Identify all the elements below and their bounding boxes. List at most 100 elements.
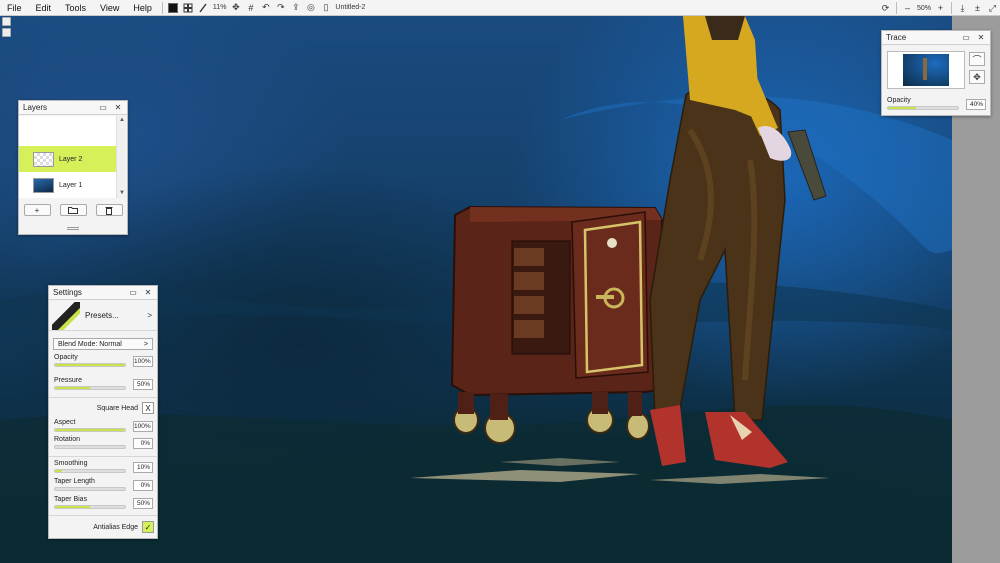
layers-panel-header[interactable]: Layers ▭ ✕ (19, 101, 127, 115)
slider-fill (55, 506, 90, 508)
mini-toggle-button[interactable] (2, 17, 11, 26)
smoothing-slider[interactable] (54, 469, 126, 473)
chevron-right-icon: > (147, 311, 152, 320)
canvas-mini-controls (2, 17, 11, 41)
layer-name: Layer 2 (59, 155, 83, 163)
aspect-slider[interactable] (54, 428, 126, 432)
reference-icon[interactable]: ◎ (304, 1, 317, 14)
aspect-value-field[interactable]: 100% (133, 421, 153, 432)
fit-view-icon[interactable]: ± (971, 2, 984, 15)
zoom-in-button[interactable]: + (934, 2, 947, 15)
trace-opacity-slider[interactable] (887, 106, 959, 110)
opacity-value-field[interactable]: 100% (133, 356, 153, 367)
close-icon[interactable]: ✕ (143, 288, 153, 298)
settings-panel-title: Settings (53, 288, 82, 297)
settings-panel-header[interactable]: Settings ▭ ✕ (49, 286, 157, 300)
trace-opacity-row: Opacity 40% (886, 97, 988, 113)
zoom-level: 50% (916, 4, 931, 12)
document-icon: ▯ (323, 2, 329, 12)
rotation-slider-row: Rotation 0% (53, 436, 155, 452)
close-icon[interactable]: ✕ (976, 33, 986, 43)
grid-guide-icon[interactable]: # (244, 1, 257, 14)
download-icon[interactable]: ⤓ (956, 2, 969, 15)
rotate-view-icon[interactable]: ⟳ (879, 2, 892, 15)
menu-view[interactable]: View (93, 0, 126, 16)
scroll-up-icon[interactable]: ▲ (117, 116, 127, 125)
taper-bias-label: Taper Bias (54, 496, 88, 503)
trace-opacity-label: Opacity (887, 97, 911, 104)
taper-length-value-field[interactable]: 0% (133, 480, 153, 491)
trash-icon[interactable] (95, 204, 123, 216)
pressure-value-field[interactable]: 50% (133, 379, 153, 390)
trace-panel-title: Trace (886, 33, 907, 42)
taper-bias-value-field[interactable]: 50% (133, 498, 153, 509)
pressure-label: Pressure (54, 377, 83, 384)
document-title: Untitled-2 (335, 4, 366, 11)
zoom-out-button[interactable]: – (901, 2, 914, 15)
panel-dock-icon[interactable]: ▭ (128, 288, 138, 298)
layer-thumbnail (33, 177, 54, 193)
taper-length-slider-row: Taper Length 0% (53, 478, 155, 494)
brush-size-readout: 11% (212, 4, 227, 11)
chevron-right-icon: > (143, 340, 148, 348)
menu-file[interactable]: File (0, 0, 29, 16)
section-divider (49, 456, 157, 457)
square-head-label: Square Head (96, 404, 138, 412)
antialias-label: Antialias Edge (93, 523, 138, 531)
menu-help[interactable]: Help (126, 0, 159, 16)
undo-icon[interactable]: ↶ (259, 1, 272, 14)
layers-scrollbar[interactable]: ▲ ▼ (116, 116, 126, 198)
layer-name: Layer 1 (59, 181, 83, 189)
trace-panel-header[interactable]: Trace ▭ ✕ (882, 31, 990, 45)
folder-icon[interactable] (59, 204, 87, 216)
grid-tool-icon[interactable] (182, 1, 195, 14)
rotation-value-field[interactable]: 0% (133, 438, 153, 449)
smoothing-slider-row: Smoothing 10% (53, 460, 155, 476)
smoothing-value-field[interactable]: 10% (133, 462, 153, 473)
taper-length-label: Taper Length (54, 478, 95, 485)
panel-dock-icon[interactable]: ▭ (961, 33, 971, 43)
square-head-checkbox[interactable]: X (142, 402, 154, 414)
smoothing-label: Smoothing (54, 460, 88, 467)
taper-length-slider[interactable] (54, 487, 126, 491)
slider-fill (55, 364, 125, 366)
trace-image-preview[interactable] (887, 51, 965, 89)
menu-tools[interactable]: Tools (58, 0, 93, 16)
mini-lock-button[interactable] (2, 28, 11, 37)
presets-button[interactable]: Presets... > (49, 301, 157, 331)
color-swatch-icon[interactable] (167, 1, 180, 14)
trace-opacity-value-field[interactable]: 40% (966, 99, 986, 110)
panel-dock-icon[interactable]: ▭ (98, 103, 108, 113)
slider-fill (55, 387, 90, 389)
layers-list: Layer 2 Layer 1 (19, 116, 117, 198)
toolbar-separator (895, 2, 897, 14)
antialias-checkbox[interactable]: ✓ (142, 521, 154, 533)
pressure-slider-row: Pressure 50% (53, 377, 155, 393)
resize-grip-icon[interactable] (67, 227, 79, 230)
brush-tool-icon[interactable] (197, 1, 210, 14)
layer-row-layer-2[interactable]: Layer 2 (19, 146, 117, 172)
aspect-label: Aspect (54, 419, 76, 426)
redo-icon[interactable]: ↷ (274, 1, 287, 14)
move-tool-icon[interactable]: ✥ (229, 1, 242, 14)
trace-curve-icon[interactable]: ⌒ (969, 52, 985, 66)
menu-edit[interactable]: Edit (29, 0, 59, 16)
fullscreen-icon[interactable]: ⤢ (986, 2, 999, 15)
brush-preview-icon (52, 301, 80, 330)
rotation-label: Rotation (54, 436, 81, 443)
section-divider (49, 397, 157, 398)
blend-mode-select[interactable]: Blend Mode: Normal > (53, 338, 153, 350)
aspect-slider-row: Aspect 100% (53, 419, 155, 435)
add-layer-button[interactable]: + (23, 204, 51, 216)
menu-bar: File Edit Tools View Help 11% ✥ # ↶ ↷ ⇪ … (0, 0, 1000, 16)
taper-bias-slider[interactable] (54, 505, 126, 509)
export-icon[interactable]: ⇪ (289, 1, 302, 14)
trace-move-icon[interactable]: ✥ (969, 70, 985, 84)
scroll-down-icon[interactable]: ▼ (117, 189, 127, 198)
pressure-slider[interactable] (54, 386, 126, 390)
rotation-slider[interactable] (54, 445, 126, 449)
close-icon[interactable]: ✕ (113, 103, 123, 113)
slider-fill (55, 470, 62, 472)
opacity-slider[interactable] (54, 363, 126, 367)
layer-row-layer-1[interactable]: Layer 1 (19, 172, 117, 198)
